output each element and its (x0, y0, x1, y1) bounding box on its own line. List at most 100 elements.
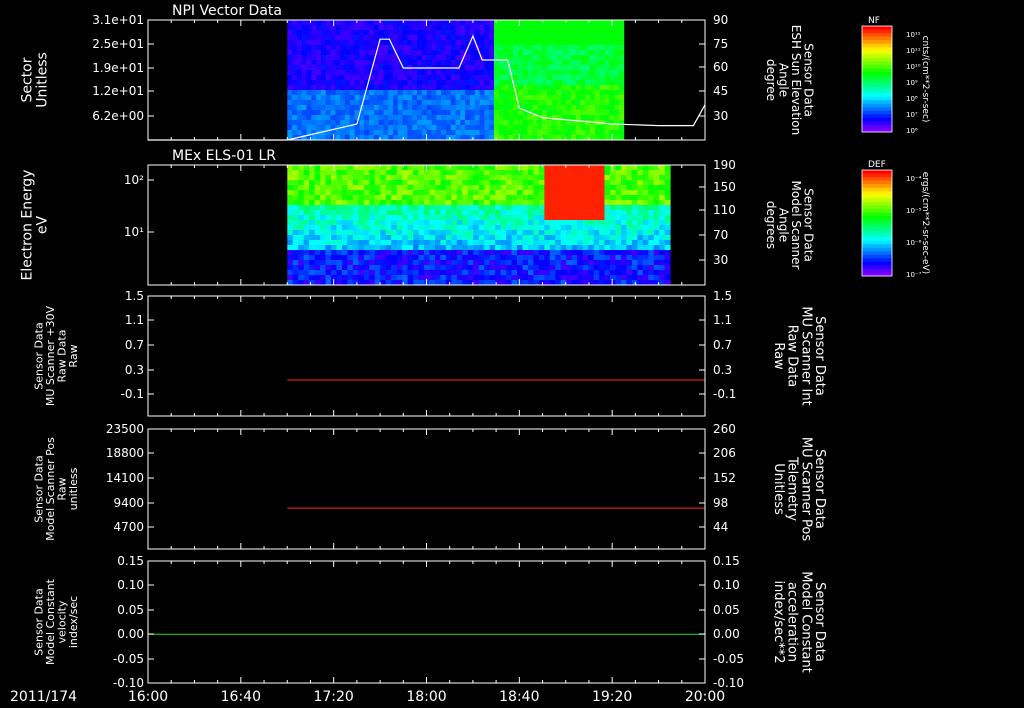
heatmap-cell (494, 50, 500, 56)
heatmap-cell (450, 130, 456, 136)
heatmap-cell (429, 170, 436, 176)
heatmap-cell (445, 55, 452, 61)
heatmap-cell (301, 85, 307, 91)
heatmap-cell (571, 210, 578, 216)
heatmap-cell (508, 125, 514, 131)
heatmap-cell (402, 75, 408, 81)
right-y-tick-label: 0.10 (713, 578, 740, 592)
heatmap-cell (566, 25, 572, 31)
heatmap-cell (508, 90, 514, 96)
heatmap-cell (527, 125, 533, 131)
heatmap-cell (309, 255, 315, 261)
heatmap-cell (614, 50, 620, 56)
heatmap-cell (373, 85, 379, 91)
heatmap-cell (467, 270, 474, 276)
heatmap-cell (363, 225, 370, 231)
heatmap-cell (441, 90, 447, 96)
heatmap-cell (532, 55, 538, 61)
heatmap-cell (441, 100, 447, 106)
heatmap-cell (522, 215, 529, 221)
heatmap-cell (527, 100, 533, 106)
heatmap-cell (429, 180, 436, 186)
heatmap-cell (426, 90, 432, 96)
heatmap-cell (538, 175, 545, 181)
heatmap-cell (506, 250, 512, 256)
heatmap-cell (503, 25, 509, 31)
heatmap-cell (551, 25, 557, 31)
heatmap-cell (533, 225, 540, 231)
heatmap-cell (615, 220, 622, 226)
heatmap-cell (421, 75, 428, 81)
heatmap-cell (440, 190, 447, 196)
heatmap-cell (522, 270, 529, 276)
x-axis-date: 2011/174 (10, 689, 77, 705)
heatmap-cell (336, 180, 343, 186)
heatmap-cell (527, 50, 533, 56)
right-y-tick-label: 44 (713, 520, 728, 534)
heatmap-cell (549, 175, 556, 181)
heatmap-cell (412, 100, 418, 106)
heatmap-cell (566, 70, 572, 76)
heatmap-cell (609, 85, 615, 91)
heatmap-cell (287, 235, 294, 241)
heatmap-cell (391, 230, 398, 236)
heatmap-cell (358, 225, 365, 231)
heatmap-cell (478, 210, 485, 216)
heatmap-cell (484, 80, 490, 86)
heatmap-cell (441, 75, 447, 81)
right-axis-title: Sensor DataModel Constantaccelerationind… (771, 571, 827, 673)
heatmap-cell (580, 70, 586, 76)
heatmap-cell (631, 190, 638, 196)
heatmap-cell (503, 100, 509, 106)
heatmap-cell (325, 270, 332, 276)
heatmap-cell (604, 255, 611, 261)
heatmap-cell (347, 170, 354, 176)
heatmap-cell (336, 255, 343, 261)
heatmap-cell (460, 20, 466, 26)
heatmap-cell (316, 75, 322, 81)
heatmap-cell (316, 45, 322, 51)
heatmap-cell (599, 245, 605, 251)
heatmap-cell (503, 105, 509, 111)
heatmap-cell (397, 95, 403, 101)
heatmap-cell (407, 230, 414, 236)
heatmap-cell (506, 205, 512, 211)
heatmap-cell (484, 115, 490, 121)
left-axis-title-line: eV (34, 215, 50, 234)
heatmap-cell (513, 65, 519, 71)
heatmap-cell (561, 125, 567, 131)
heatmap-cell (378, 75, 384, 81)
heatmap-cell (354, 95, 360, 101)
colorbar-swatch (862, 96, 892, 101)
heatmap-cell (533, 240, 540, 246)
heatmap-cell (495, 195, 501, 201)
heatmap-cell (642, 165, 649, 171)
heatmap-cell (599, 45, 605, 51)
heatmap-cell (599, 265, 605, 271)
heatmap-cell (347, 210, 354, 216)
heatmap-cell (413, 275, 419, 281)
heatmap-cell (456, 250, 463, 256)
heatmap-cell (615, 210, 622, 216)
heatmap-cell (320, 25, 327, 31)
heatmap-cell (555, 230, 562, 236)
heatmap-cell (653, 270, 660, 276)
heatmap-cell (402, 55, 408, 61)
colorbar-swatch (862, 103, 892, 108)
colorbar: NF10¹²10¹¹10¹⁰10⁹10⁸10⁷10⁶ (861, 16, 921, 135)
heatmap-cell (301, 125, 307, 131)
heatmap-cell (344, 25, 351, 31)
heatmap-cell (495, 215, 501, 221)
heatmap-cell (380, 210, 387, 216)
heatmap-cell (489, 120, 495, 126)
heatmap-cell (517, 275, 523, 281)
heatmap-cell (391, 185, 398, 191)
heatmap-cell (626, 265, 633, 271)
heatmap-cell (314, 240, 321, 246)
heatmap-cell (659, 215, 666, 221)
heatmap-cell (585, 110, 591, 116)
heatmap-cell (330, 20, 336, 26)
heatmap-cell (344, 90, 351, 96)
heatmap-cell (445, 225, 452, 231)
heatmap-cell (287, 75, 293, 81)
